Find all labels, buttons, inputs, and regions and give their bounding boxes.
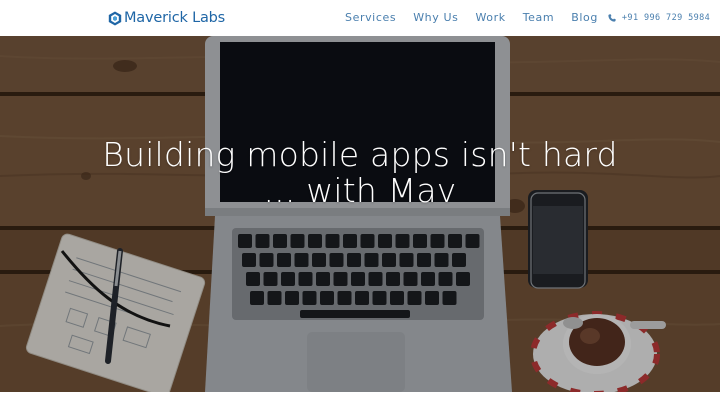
nav-team[interactable]: Team (523, 11, 554, 25)
phone-contact[interactable]: +91 996 729 5984 (608, 13, 710, 23)
site-header: Maverick Labs Services Why Us Work Team … (0, 0, 720, 36)
hero-section: Building mobile apps isn't hard ... with… (0, 36, 720, 392)
nav-why-us[interactable]: Why Us (413, 11, 458, 25)
hero-headline-line2: ... with Mav (263, 171, 457, 210)
main-nav: Services Why Us Work Team Blog +91 996 7… (345, 11, 710, 25)
hero-overlay (0, 36, 720, 392)
nav-blog[interactable]: Blog (571, 11, 598, 25)
nav-services[interactable]: Services (345, 11, 396, 25)
nav-work[interactable]: Work (475, 11, 505, 25)
brand-logo[interactable]: Maverick Labs (108, 9, 225, 27)
page-bottom-strip (0, 392, 720, 405)
brand-name: Maverick Labs (124, 10, 225, 26)
hero-headline-line1: Building mobile apps isn't hard (102, 135, 618, 174)
hero-headline: Building mobile apps isn't hard ... with… (0, 137, 720, 209)
hexagon-cube-icon (108, 11, 122, 25)
phone-number: +91 996 729 5984 (621, 13, 711, 23)
phone-icon (608, 14, 616, 22)
